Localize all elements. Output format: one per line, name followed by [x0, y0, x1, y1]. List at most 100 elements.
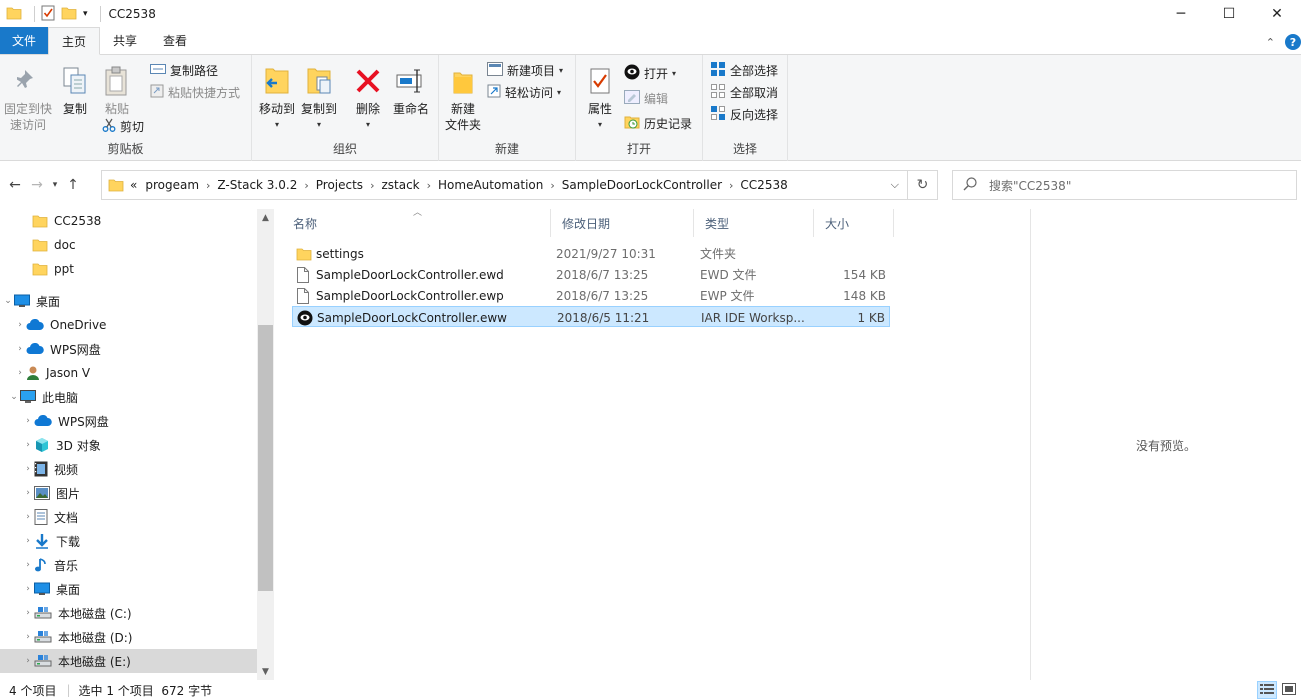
up-button[interactable]: ↑: [62, 170, 84, 200]
help-icon[interactable]: ?: [1285, 34, 1301, 50]
breadcrumb-item[interactable]: CC2538: [740, 178, 787, 192]
file-row[interactable]: SampleDoorLockController.ewp 2018/6/7 13:…: [292, 285, 890, 306]
select-none-button[interactable]: 全部取消: [710, 82, 778, 102]
properties-button[interactable]: 属性 ▾: [582, 63, 618, 133]
column-header-date[interactable]: 修改日期: [551, 209, 694, 237]
minimize-button[interactable]: ─: [1157, 0, 1205, 28]
breadcrumb-item[interactable]: SampleDoorLockController: [562, 178, 722, 192]
tree-item[interactable]: › Jason V: [0, 361, 90, 385]
chevron-right-icon[interactable]: ›: [304, 179, 308, 192]
chevron-right-icon[interactable]: ›: [14, 320, 26, 330]
chevron-right-icon[interactable]: ›: [22, 608, 34, 618]
chevron-right-icon[interactable]: ›: [22, 536, 34, 546]
chevron-right-icon[interactable]: ›: [206, 179, 210, 192]
tree-item[interactable]: CC2538: [0, 209, 101, 233]
chevron-right-icon[interactable]: ›: [22, 440, 34, 450]
chevron-right-icon[interactable]: ›: [22, 584, 34, 594]
column-header-name[interactable]: ︿ 名称: [282, 208, 551, 237]
tree-item[interactable]: ⌄ 此电脑: [0, 385, 78, 409]
properties-icon[interactable]: [41, 5, 55, 24]
tab-view[interactable]: 查看: [150, 27, 200, 54]
chevron-down-icon[interactable]: ⌄: [2, 296, 14, 306]
delete-button[interactable]: 删除 ▾: [352, 63, 384, 133]
tree-item[interactable]: › 桌面: [0, 577, 80, 601]
tree-item[interactable]: › 图片: [0, 481, 80, 505]
new-folder-icon[interactable]: [61, 6, 77, 23]
tree-item[interactable]: ⌄ 桌面: [0, 289, 60, 313]
navigation-pane-scrollbar[interactable]: ▲ ▼: [257, 209, 274, 680]
large-icons-view-button[interactable]: [1279, 681, 1299, 699]
chevron-right-icon[interactable]: ›: [22, 488, 34, 498]
chevron-right-icon[interactable]: ›: [427, 179, 431, 192]
chevron-right-icon[interactable]: ›: [22, 512, 34, 522]
breadcrumb-overflow[interactable]: «: [130, 178, 137, 192]
chevron-right-icon[interactable]: ›: [22, 656, 34, 666]
tree-item[interactable]: › OneDrive: [0, 313, 106, 337]
tab-file[interactable]: 文件: [0, 27, 48, 54]
maximize-button[interactable]: ☐: [1205, 0, 1253, 28]
tree-item[interactable]: › WPS网盘: [0, 337, 101, 361]
tree-item[interactable]: doc: [0, 233, 76, 257]
customize-toolbar-icon[interactable]: ▾: [83, 9, 88, 19]
easy-access-button[interactable]: 轻松访问 ▾: [487, 82, 561, 102]
column-header-type[interactable]: 类型: [694, 209, 814, 237]
breadcrumb-item[interactable]: Z-Stack 3.0.2: [217, 178, 297, 192]
paste-shortcut-button[interactable]: 粘贴快捷方式: [150, 82, 240, 102]
column-header-size[interactable]: 大小: [814, 209, 894, 237]
scroll-down-arrow-icon[interactable]: ▼: [257, 663, 274, 680]
chevron-right-icon[interactable]: ›: [370, 179, 374, 192]
tree-item[interactable]: › 音乐: [0, 553, 78, 577]
recent-locations-button[interactable]: ▾: [48, 170, 62, 200]
details-view-button[interactable]: [1257, 681, 1277, 699]
edit-button[interactable]: 编辑: [624, 88, 668, 108]
chevron-right-icon[interactable]: ›: [14, 344, 26, 354]
tab-share[interactable]: 共享: [100, 27, 150, 54]
chevron-right-icon[interactable]: ›: [22, 416, 34, 426]
copy-to-button[interactable]: 复制到 ▾: [299, 63, 339, 133]
file-row[interactable]: settings 2021/9/27 10:31 文件夹: [292, 243, 890, 264]
tree-item[interactable]: › 文档: [0, 505, 78, 529]
breadcrumb-item[interactable]: progeam: [145, 178, 199, 192]
forward-button[interactable]: →: [26, 170, 48, 200]
back-button[interactable]: ←: [4, 170, 26, 200]
history-button[interactable]: 历史记录: [624, 113, 692, 133]
tree-item[interactable]: › 本地磁盘 (C:): [0, 601, 131, 625]
tree-item[interactable]: › 本地磁盘 (E:): [0, 649, 257, 673]
tree-item[interactable]: › WPS网盘: [0, 409, 109, 433]
breadcrumb-item[interactable]: HomeAutomation: [438, 178, 543, 192]
breadcrumb-item[interactable]: zstack: [381, 178, 419, 192]
paste-button[interactable]: 粘贴: [100, 63, 134, 117]
scroll-up-arrow-icon[interactable]: ▲: [257, 209, 274, 226]
new-item-button[interactable]: 新建项目 ▾: [487, 60, 563, 80]
tree-item[interactable]: › 下载: [0, 529, 80, 553]
move-to-button[interactable]: 移动到 ▾: [257, 63, 297, 133]
breadcrumb-item[interactable]: Projects: [316, 178, 363, 192]
address-dropdown-icon[interactable]: ⌵: [891, 178, 899, 192]
pin-to-quick-access-button[interactable]: 固定到快 速访问: [2, 63, 54, 133]
rename-button[interactable]: 重命名: [390, 63, 432, 117]
select-all-button[interactable]: 全部选择: [710, 60, 778, 80]
chevron-right-icon[interactable]: ›: [22, 632, 34, 642]
scrollbar-thumb[interactable]: [258, 325, 273, 591]
chevron-down-icon[interactable]: ⌄: [8, 392, 20, 402]
tab-home[interactable]: 主页: [48, 27, 101, 55]
tree-item[interactable]: ppt: [0, 257, 74, 281]
tree-item[interactable]: › 视频: [0, 457, 78, 481]
chevron-right-icon[interactable]: ›: [14, 368, 26, 378]
copy-button[interactable]: 复制: [58, 63, 92, 117]
chevron-right-icon[interactable]: ›: [22, 560, 34, 570]
invert-selection-button[interactable]: 反向选择: [710, 104, 778, 124]
file-row[interactable]: SampleDoorLockController.ewd 2018/6/7 13:…: [292, 264, 890, 285]
new-folder-button[interactable]: 新建 文件夹: [443, 63, 483, 133]
open-button[interactable]: 打开 ▾: [624, 63, 676, 83]
collapse-ribbon-icon[interactable]: ⌃: [1266, 36, 1275, 49]
chevron-right-icon[interactable]: ›: [550, 179, 554, 192]
address-bar[interactable]: « progeam › Z-Stack 3.0.2 › Projects › zsta…: [101, 170, 908, 200]
close-button[interactable]: ✕: [1253, 0, 1301, 28]
file-row[interactable]: SampleDoorLockController.eww 2018/6/5 11:…: [292, 306, 890, 327]
tree-item[interactable]: › 本地磁盘 (D:): [0, 625, 132, 649]
search-input[interactable]: 搜索"CC2538": [952, 170, 1297, 200]
tree-item[interactable]: › 3D 对象: [0, 433, 101, 457]
chevron-right-icon[interactable]: ›: [22, 464, 34, 474]
cut-button[interactable]: 剪切: [102, 116, 144, 136]
